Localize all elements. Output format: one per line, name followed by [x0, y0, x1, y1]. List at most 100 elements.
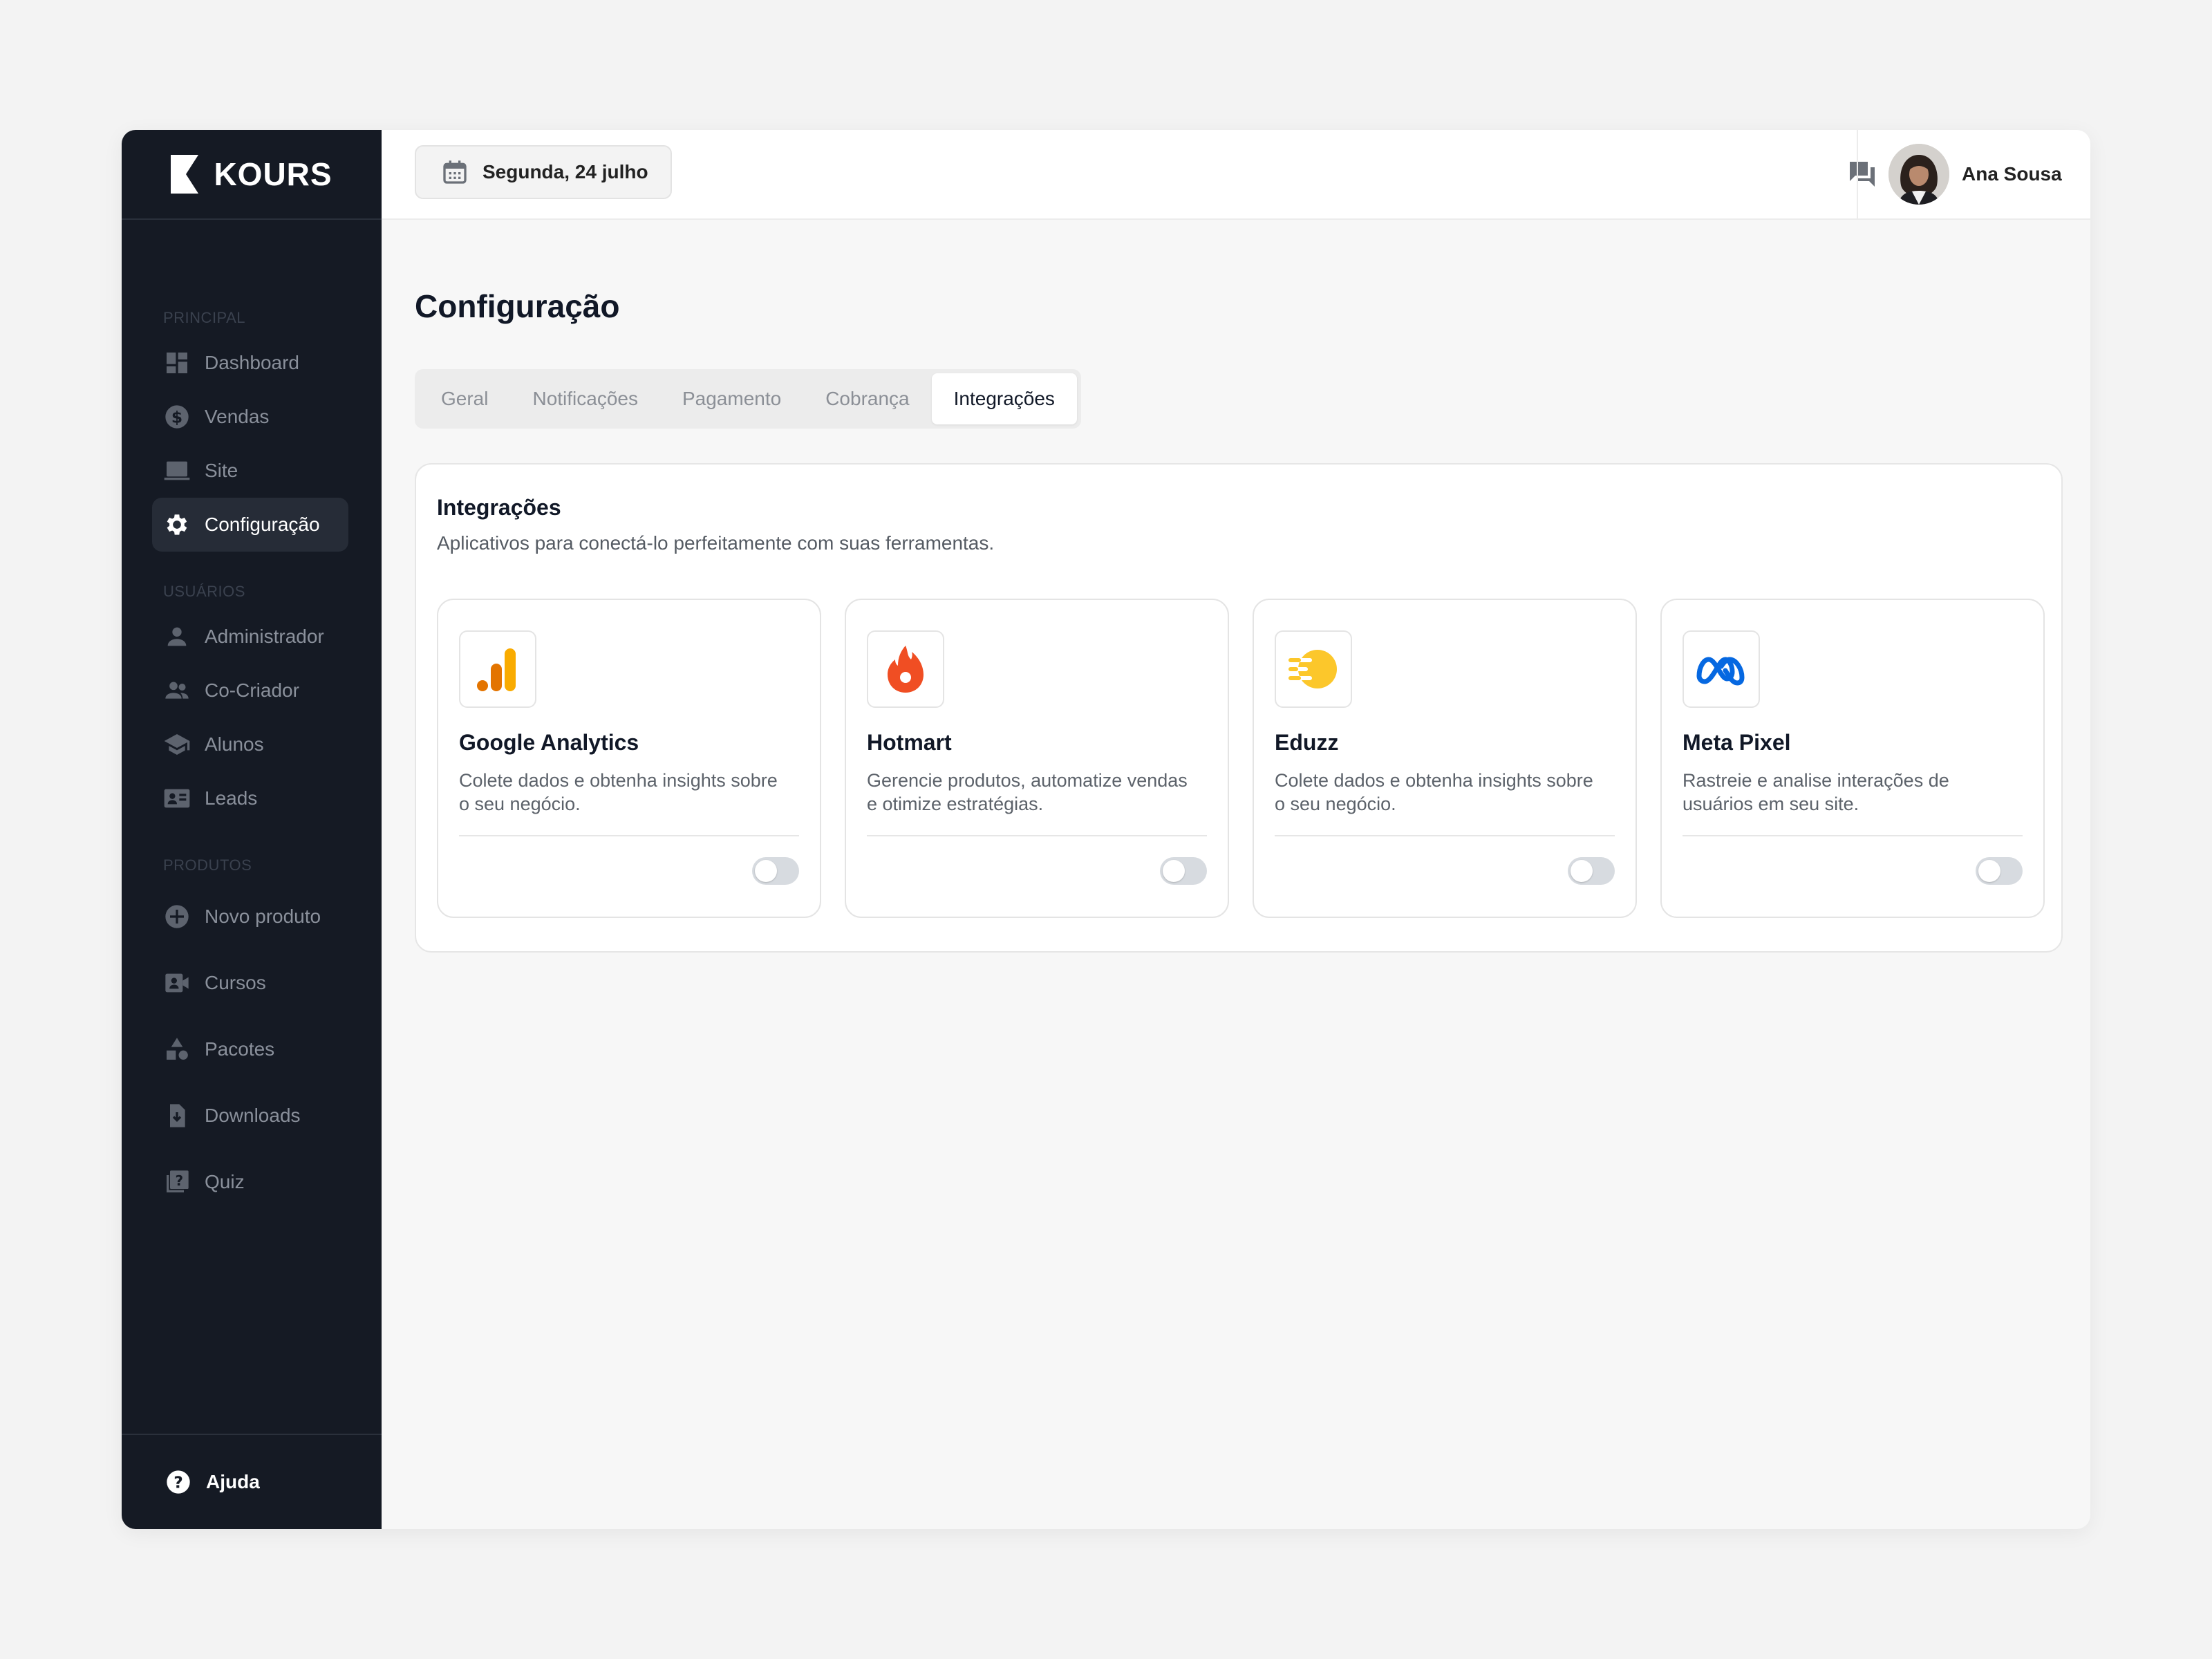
meta-pixel-toggle[interactable] [1976, 857, 2023, 885]
sidebar-item-pacotes[interactable]: Pacotes [152, 1016, 348, 1082]
sidebar-item-leads[interactable]: Leads [152, 771, 348, 825]
sidebar-item-downloads[interactable]: Downloads [152, 1082, 348, 1149]
sidebar-item-label: Co-Criador [205, 679, 299, 701]
gear-icon [163, 511, 191, 538]
plus-circle-icon [163, 903, 191, 930]
dollar-icon: $ [163, 403, 191, 431]
sidebar-item-dashboard[interactable]: Dashboard [152, 336, 348, 390]
contact-card-icon [163, 785, 191, 812]
avatar [1888, 144, 1949, 205]
user-name: Ana Sousa [1962, 163, 2062, 185]
help-icon: ? [165, 1468, 192, 1496]
sidebar-item-label: Vendas [205, 406, 270, 427]
kours-logo-icon [171, 155, 209, 194]
card-description: Gerencie produtos, automatize vendas e o… [867, 770, 1188, 814]
user-icon [163, 623, 191, 650]
integrations-panel: Integrações Aplicativos para conectá-lo … [415, 463, 2063, 953]
tab-geral[interactable]: Geral [419, 373, 510, 424]
toggle-knob [1571, 860, 1593, 882]
card-description: Rastreie e analise interações de usuário… [1683, 770, 1949, 814]
sidebar-item-label: Novo produto [205, 906, 321, 927]
sidebar-item-label: Leads [205, 787, 258, 809]
section-title-produtos: PRODUTOS [163, 856, 252, 874]
sidebar-item-novo-produto[interactable]: Novo produto [152, 883, 348, 950]
settings-tabs: Geral Notificações Pagamento Cobrança In… [415, 369, 1081, 429]
sidebar-item-label: Configuração [205, 514, 320, 535]
card-title: Google Analytics [459, 730, 639, 755]
panel-subtitle: Aplicativos para conectá-lo perfeitament… [437, 532, 995, 554]
sidebar: KOURS PRINCIPAL Dashboard $ Vendas Site … [122, 130, 382, 1529]
sidebar-item-label: Alunos [205, 733, 264, 755]
card-divider [1275, 835, 1615, 836]
integration-card-eduzz: Eduzz Colete dados e obtenha insights so… [1253, 599, 1637, 918]
user-menu[interactable]: Ana Sousa [1857, 130, 2090, 218]
svg-text:$: $ [171, 407, 182, 427]
shapes-icon [163, 1035, 191, 1063]
tab-notificacoes[interactable]: Notificações [510, 373, 660, 424]
hotmart-icon [867, 630, 944, 708]
tab-integracoes[interactable]: Integrações [931, 373, 1077, 424]
dashboard-icon [163, 349, 191, 377]
sidebar-item-co-criador[interactable]: Co-Criador [152, 664, 348, 718]
sidebar-item-label: Administrador [205, 626, 324, 647]
page-title: Configuração [415, 288, 620, 324]
sidebar-item-quiz[interactable]: ? Quiz [152, 1149, 348, 1215]
card-title: Meta Pixel [1683, 730, 1791, 755]
laptop-icon [163, 457, 191, 485]
video-icon [163, 969, 191, 997]
card-divider [459, 835, 799, 836]
panel-title: Integrações [437, 495, 561, 520]
sidebar-item-alunos[interactable]: Alunos [152, 718, 348, 771]
google-analytics-toggle[interactable] [752, 857, 799, 885]
tab-pagamento[interactable]: Pagamento [660, 373, 803, 424]
card-divider [1683, 835, 2023, 836]
download-file-icon [163, 1102, 191, 1130]
card-divider [867, 835, 1207, 836]
tab-cobranca[interactable]: Cobrança [803, 373, 931, 424]
graduation-cap-icon [163, 731, 191, 758]
sidebar-item-label: Dashboard [205, 352, 299, 373]
sidebar-item-vendas[interactable]: $ Vendas [152, 390, 348, 444]
section-title-principal: PRINCIPAL [163, 309, 246, 326]
sidebar-item-configuracao[interactable]: Configuração [152, 498, 348, 552]
quiz-icon: ? [163, 1168, 191, 1196]
sidebar-item-label: Cursos [205, 972, 266, 993]
toggle-knob [1163, 860, 1185, 882]
integration-card-hotmart: Hotmart Gerencie produtos, automatize ve… [845, 599, 1229, 918]
date-chip[interactable]: Segunda, 24 julho [415, 145, 672, 199]
users-icon [163, 677, 191, 704]
calendar-icon [441, 158, 469, 186]
meta-icon [1683, 630, 1760, 708]
sidebar-item-site[interactable]: Site [152, 444, 348, 498]
sidebar-item-label: Quiz [205, 1171, 245, 1192]
card-title: Eduzz [1275, 730, 1339, 755]
eduzz-icon [1275, 630, 1352, 708]
main-content: Segunda, 24 julho Ana Sousa Configuração… [382, 130, 2090, 1529]
section-title-usuarios: USUÁRIOS [163, 583, 245, 600]
sidebar-item-label: Downloads [205, 1105, 301, 1126]
app-window: KOURS PRINCIPAL Dashboard $ Vendas Site … [122, 130, 2090, 1529]
topbar: Segunda, 24 julho Ana Sousa [382, 130, 2090, 220]
date-label: Segunda, 24 julho [482, 161, 648, 182]
card-title: Hotmart [867, 730, 952, 755]
card-description: Colete dados e obtenha insights sobre o … [459, 770, 778, 814]
brand-logo[interactable]: KOURS [122, 130, 382, 220]
eduzz-toggle[interactable] [1568, 857, 1615, 885]
sidebar-item-administrador[interactable]: Administrador [152, 610, 348, 664]
sidebar-item-label: Site [205, 460, 238, 481]
help-button[interactable]: ? Ajuda [122, 1434, 382, 1529]
integration-card-meta-pixel: Meta Pixel Rastreie e analise interações… [1660, 599, 2045, 918]
hotmart-toggle[interactable] [1160, 857, 1207, 885]
toggle-knob [755, 860, 777, 882]
toggle-knob [1978, 860, 2000, 882]
integration-cards: Google Analytics Colete dados e obtenha … [437, 599, 2045, 918]
google-analytics-icon [459, 630, 536, 708]
sidebar-nav: PRINCIPAL Dashboard $ Vendas Site Config… [122, 220, 382, 1215]
integration-card-google-analytics: Google Analytics Colete dados e obtenha … [437, 599, 821, 918]
card-description: Colete dados e obtenha insights sobre o … [1275, 770, 1593, 814]
brand-name: KOURS [214, 156, 332, 192]
help-label: Ajuda [206, 1471, 260, 1492]
sidebar-item-cursos[interactable]: Cursos [152, 950, 348, 1016]
sidebar-item-label: Pacotes [205, 1038, 275, 1060]
svg-text:?: ? [176, 1172, 184, 1189]
